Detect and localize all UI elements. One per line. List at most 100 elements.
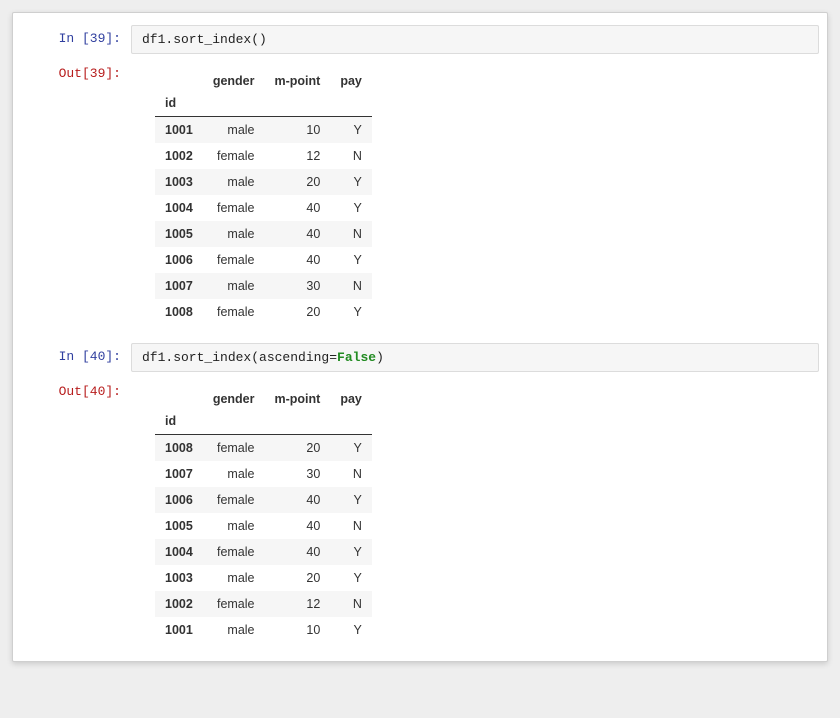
- col-header: pay: [330, 68, 372, 94]
- cell: Y: [330, 299, 372, 325]
- row-index: 1007: [155, 461, 203, 487]
- cell: male: [203, 169, 265, 195]
- cell: male: [203, 221, 265, 247]
- cell: female: [203, 247, 265, 273]
- table-row: 1002female12N: [155, 591, 372, 617]
- cell: Y: [330, 565, 372, 591]
- cell: female: [203, 487, 265, 513]
- row-index: 1004: [155, 539, 203, 565]
- row-index: 1003: [155, 169, 203, 195]
- cell: Y: [330, 195, 372, 221]
- cell: female: [203, 143, 265, 169]
- row-index: 1001: [155, 617, 203, 643]
- table-row: 1005male40N: [155, 513, 372, 539]
- output-area: gender m-point pay id 1001male10Y1002fem…: [131, 60, 819, 325]
- cell: female: [203, 435, 265, 462]
- cell: Y: [330, 539, 372, 565]
- cell: Y: [330, 487, 372, 513]
- cell: N: [330, 221, 372, 247]
- cell: 10: [265, 617, 331, 643]
- code-input[interactable]: df1.sort_index(): [131, 25, 819, 54]
- code-keyword: False: [337, 350, 376, 365]
- cell: male: [203, 617, 265, 643]
- code-text: df1.sort_index(): [142, 32, 267, 47]
- output-cell: Out[40]: gender m-point pay id 1008femal…: [21, 378, 819, 643]
- row-index: 1002: [155, 143, 203, 169]
- row-index: 1002: [155, 591, 203, 617]
- cell: female: [203, 195, 265, 221]
- cell: 20: [265, 169, 331, 195]
- cell: N: [330, 591, 372, 617]
- table-row: 1008female20Y: [155, 299, 372, 325]
- cell: 10: [265, 117, 331, 144]
- table-body: 1001male10Y1002female12N1003male20Y1004f…: [155, 117, 372, 326]
- row-index: 1001: [155, 117, 203, 144]
- cell: male: [203, 273, 265, 299]
- cell: 20: [265, 435, 331, 462]
- table-row: 1001male10Y: [155, 617, 372, 643]
- col-header: gender: [203, 68, 265, 94]
- index-name-row: id: [155, 94, 372, 117]
- col-header: m-point: [265, 68, 331, 94]
- cell: male: [203, 117, 265, 144]
- cell: 30: [265, 461, 331, 487]
- row-index: 1003: [155, 565, 203, 591]
- cell: N: [330, 273, 372, 299]
- dataframe-table: gender m-point pay id 1008female20Y1007m…: [155, 386, 372, 643]
- table-header-row: gender m-point pay: [155, 386, 372, 412]
- cell: N: [330, 143, 372, 169]
- cell: male: [203, 565, 265, 591]
- dataframe-table: gender m-point pay id 1001male10Y1002fem…: [155, 68, 372, 325]
- cell: 12: [265, 143, 331, 169]
- table-row: 1006female40Y: [155, 247, 372, 273]
- row-index: 1008: [155, 299, 203, 325]
- col-header: m-point: [265, 386, 331, 412]
- index-name-row: id: [155, 412, 372, 435]
- row-index: 1006: [155, 487, 203, 513]
- row-index: 1005: [155, 513, 203, 539]
- in-prompt: In [40]:: [21, 343, 131, 364]
- cell: Y: [330, 117, 372, 144]
- in-prompt: In [39]:: [21, 25, 131, 46]
- cell: male: [203, 461, 265, 487]
- cell: 40: [265, 487, 331, 513]
- cell: female: [203, 299, 265, 325]
- table-row: 1008female20Y: [155, 435, 372, 462]
- cell: female: [203, 539, 265, 565]
- table-header-row: gender m-point pay: [155, 68, 372, 94]
- cell: 40: [265, 221, 331, 247]
- cell: Y: [330, 617, 372, 643]
- cell: 20: [265, 299, 331, 325]
- table-row: 1004female40Y: [155, 195, 372, 221]
- cell: 30: [265, 273, 331, 299]
- row-index: 1008: [155, 435, 203, 462]
- cell: 20: [265, 565, 331, 591]
- output-cell: Out[39]: gender m-point pay id 1001male1…: [21, 60, 819, 325]
- cell: 40: [265, 247, 331, 273]
- table-row: 1003male20Y: [155, 169, 372, 195]
- cell: Y: [330, 435, 372, 462]
- table-row: 1002female12N: [155, 143, 372, 169]
- cell: N: [330, 461, 372, 487]
- cell: N: [330, 513, 372, 539]
- output-area: gender m-point pay id 1008female20Y1007m…: [131, 378, 819, 643]
- table-row: 1005male40N: [155, 221, 372, 247]
- out-prompt: Out[39]:: [21, 60, 131, 81]
- row-index: 1006: [155, 247, 203, 273]
- table-row: 1006female40Y: [155, 487, 372, 513]
- table-body: 1008female20Y1007male30N1006female40Y100…: [155, 435, 372, 644]
- row-index: 1004: [155, 195, 203, 221]
- col-header: pay: [330, 386, 372, 412]
- row-index: 1005: [155, 221, 203, 247]
- code-text: ): [376, 350, 384, 365]
- table-row: 1007male30N: [155, 461, 372, 487]
- cell: female: [203, 591, 265, 617]
- table-row: 1004female40Y: [155, 539, 372, 565]
- cell: 12: [265, 591, 331, 617]
- code-text: df1.sort_index(ascending=: [142, 350, 337, 365]
- cell: male: [203, 513, 265, 539]
- notebook-container: In [39]: df1.sort_index() Out[39]: gende…: [12, 12, 828, 662]
- col-header: gender: [203, 386, 265, 412]
- code-input[interactable]: df1.sort_index(ascending=False): [131, 343, 819, 372]
- input-cell: In [39]: df1.sort_index(): [21, 25, 819, 54]
